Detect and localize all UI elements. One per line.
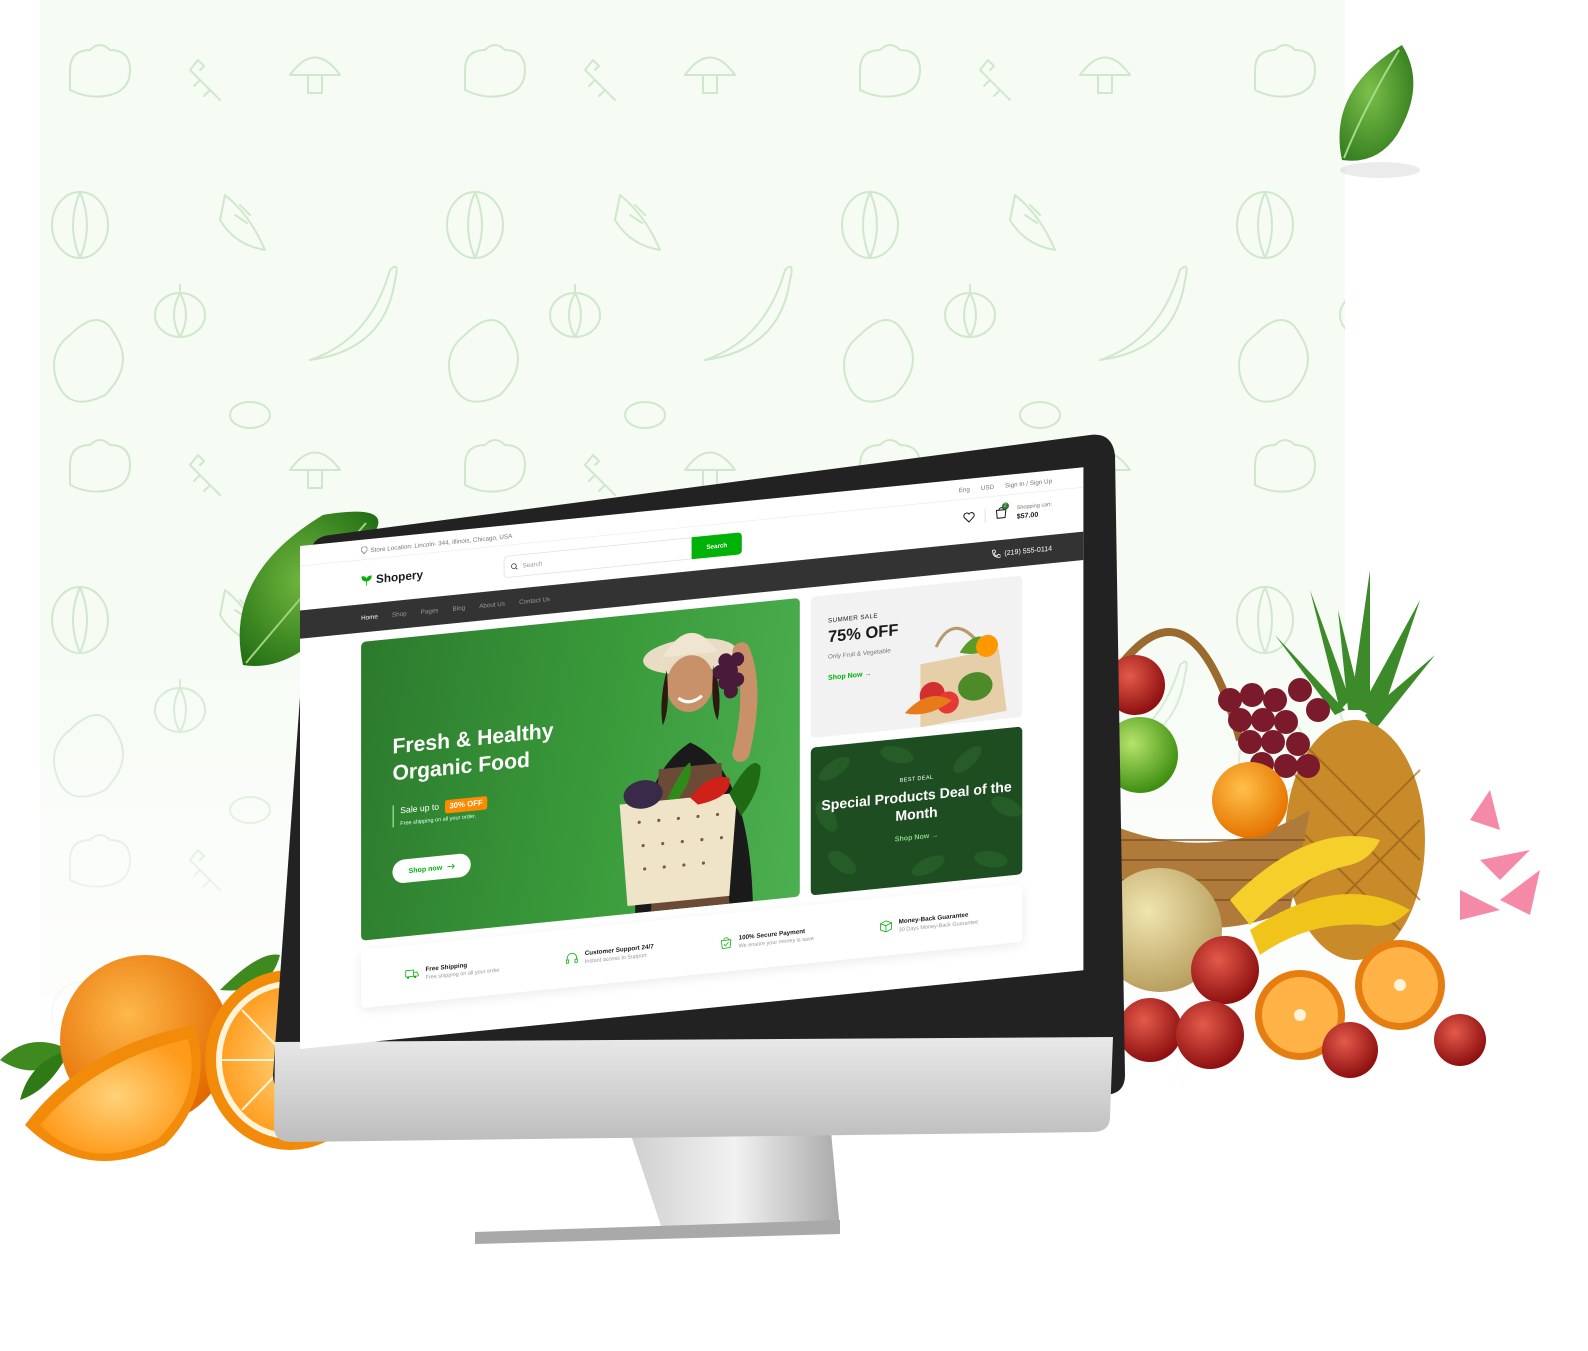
nav-item-contact[interactable]: Contact Us	[519, 596, 550, 606]
phone-contact[interactable]: (219) 555-0114	[991, 543, 1052, 559]
hero-cta-label: Shop now	[408, 863, 443, 875]
screen-viewport: Store Location: Lincoln- 344, Illinois, …	[300, 467, 1084, 1050]
website-screen: Store Location: Lincoln- 344, Illinois, …	[300, 467, 1084, 1050]
language-select[interactable]: Eng	[959, 486, 970, 494]
map-pin-icon	[361, 546, 368, 555]
nav-item-pages[interactable]: Pages	[421, 607, 439, 616]
shopping-bag-icon	[720, 937, 732, 949]
currency-select[interactable]: USD	[981, 483, 994, 491]
feature-customer-support: Customer Support 24/7 Instant access to S…	[566, 942, 654, 966]
heart-icon[interactable]	[963, 511, 976, 523]
nav-item-shop[interactable]: Shop	[392, 610, 407, 619]
sign-in-link[interactable]: Sign In / Sign Up	[1005, 477, 1052, 489]
truck-icon	[405, 969, 419, 979]
floating-basil-leaf-top	[1339, 45, 1420, 178]
header-actions: 2 Shopping cart: $57.00	[963, 500, 1052, 526]
headphones-icon	[566, 952, 579, 964]
leaf-logo-icon	[361, 574, 372, 586]
imac-monitor: Store Location: Lincoln- 344, Illinois, …	[270, 432, 1130, 1262]
brand-logo[interactable]: Shopery	[361, 568, 423, 588]
best-deal-card[interactable]: BEST DEAL Special Products Deal of the M…	[810, 726, 1023, 896]
search-button[interactable]: Search	[691, 532, 742, 560]
summer-sale-headline: 75% OFF	[828, 620, 899, 647]
cart-total: $57.00	[1016, 510, 1039, 521]
search-input[interactable]: Search	[503, 537, 692, 579]
phone-number: (219) 555-0114	[1004, 544, 1053, 557]
hero-banner: Fresh & Healthy Organic Food Sale up to …	[361, 597, 800, 941]
summer-shop-now-link[interactable]: Shop Now →	[828, 669, 871, 681]
arrow-right-icon	[446, 863, 455, 869]
nav-item-about[interactable]: About Us	[479, 600, 505, 610]
hero-sale: Sale up to 30% OFF Free shipping on all …	[392, 795, 488, 828]
nav-item-blog[interactable]: Blog	[453, 604, 466, 612]
hero-shop-now-button[interactable]: Shop now	[392, 852, 471, 885]
search-placeholder: Search	[522, 559, 543, 569]
hero-title: Fresh & Healthy Organic Food	[392, 718, 554, 786]
package-icon	[880, 920, 893, 933]
cart-button[interactable]: 2	[995, 501, 1009, 523]
sale-subtext: Free shipping on all your order.	[400, 813, 476, 827]
summer-sale-sub: Only Fruit & Vegetable	[828, 646, 891, 661]
summer-sale-tag: SUMMER SALE	[828, 612, 878, 625]
sale-prefix: Sale up to	[400, 802, 440, 816]
cart-count-badge: 2	[1001, 501, 1009, 510]
search-icon	[511, 562, 518, 570]
brand-name: Shopery	[375, 568, 424, 587]
fruit-basket-image	[1100, 570, 1540, 1078]
phone-icon	[992, 549, 1001, 558]
grocery-bag-image	[904, 626, 1007, 728]
feature-free-shipping: Free Shipping Free shipping on all your o…	[405, 958, 500, 982]
sale-badge: 30% OFF	[444, 795, 488, 814]
cart-summary: Shopping cart: $57.00	[1017, 500, 1052, 521]
feature-money-back: Money-Back Guarantee 30 Days Money-Back G…	[880, 910, 978, 935]
summer-sale-card[interactable]: SUMMER SALE 75% OFF Only Fruit & Vegetab…	[810, 575, 1023, 739]
promo-mockup-stage: Store Location: Lincoln- 344, Illinois, …	[0, 0, 1588, 1351]
feature-secure-payment: 100% Secure Payment We ensure your money …	[720, 926, 814, 950]
farmer-woman-image	[619, 632, 761, 914]
nav-item-home[interactable]: Home	[361, 613, 378, 622]
header-divider	[984, 508, 986, 523]
